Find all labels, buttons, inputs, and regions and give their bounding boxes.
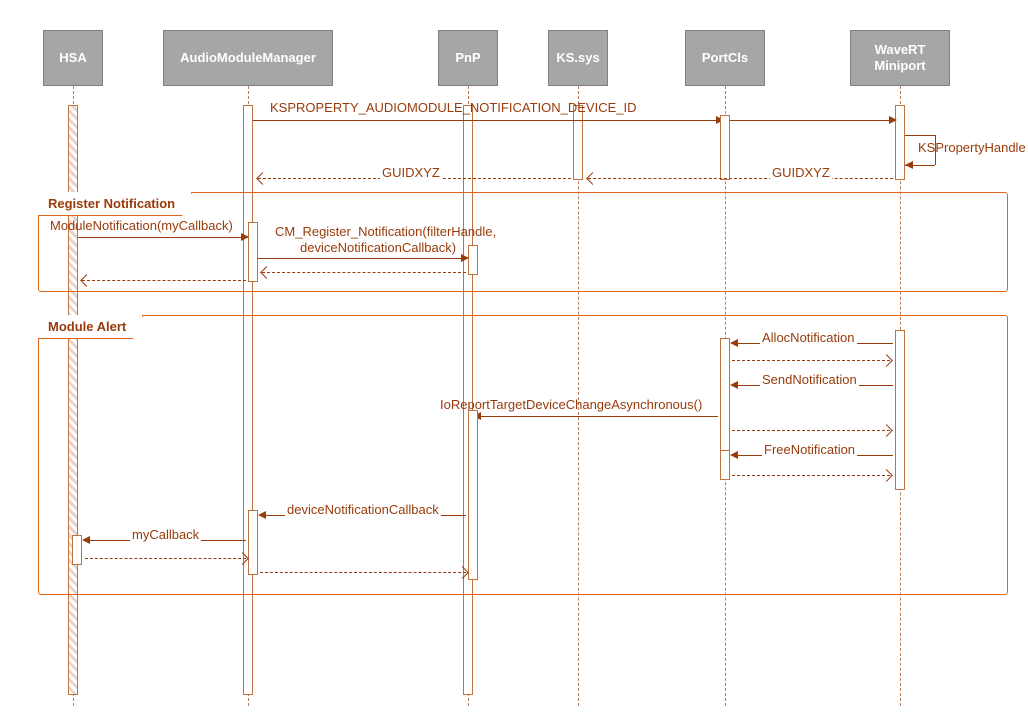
message-label: myCallback — [130, 527, 201, 542]
message-label: GUIDXYZ — [770, 165, 832, 180]
activation-bar — [720, 115, 730, 180]
arrow-left-icon — [730, 339, 738, 347]
actor-portcls: PortCls — [685, 30, 765, 86]
return-line — [82, 280, 246, 281]
activation-bar — [573, 105, 583, 180]
activation-bar — [895, 330, 905, 490]
return-line — [85, 558, 246, 559]
arrow-right-icon — [461, 254, 469, 262]
return-line — [732, 360, 890, 361]
message-label: ModuleNotification(myCallback) — [50, 218, 233, 233]
actor-hsa: HSA — [43, 30, 103, 86]
message-line — [905, 135, 935, 136]
return-line — [732, 430, 890, 431]
message-line — [78, 237, 246, 238]
arrow-right-icon — [889, 116, 897, 124]
arrow-left-icon — [258, 511, 266, 519]
actor-wavert: WaveRT Miniport — [850, 30, 950, 86]
activation-bar — [720, 338, 730, 468]
fragment-label: Module Alert — [38, 315, 143, 339]
message-label: GUIDXYZ — [380, 165, 442, 180]
message-line — [253, 120, 720, 121]
message-line — [258, 258, 466, 259]
arrow-left-icon — [82, 536, 90, 544]
actor-kssys: KS.sys — [548, 30, 608, 86]
activation-bar — [468, 245, 478, 275]
fragment-label: Register Notification — [38, 192, 192, 216]
message-line — [730, 120, 893, 121]
return-line — [260, 572, 466, 573]
message-label: FreeNotification — [762, 442, 857, 457]
activation-bar — [248, 222, 258, 282]
arrow-left-icon — [730, 451, 738, 459]
activation-bar — [248, 510, 258, 575]
fragment-register: Register Notification — [38, 192, 1008, 292]
return-line — [732, 475, 890, 476]
message-label: KSPropertyHandle — [918, 140, 1026, 155]
message-line — [478, 416, 718, 417]
message-label: SendNotification — [760, 372, 859, 387]
arrow-left-icon — [905, 161, 913, 169]
arrow-left-open-icon — [256, 172, 269, 185]
message-label: KSPROPERTY_AUDIOMODULE_NOTIFICATION_DEVI… — [270, 100, 636, 115]
activation-bar — [720, 450, 730, 480]
activation-bar — [72, 535, 82, 565]
arrow-left-icon — [730, 381, 738, 389]
arrow-left-open-icon — [586, 172, 599, 185]
message-label: deviceNotificationCallback) — [300, 240, 456, 255]
arrow-right-icon — [241, 233, 249, 241]
message-label: AllocNotification — [760, 330, 857, 345]
return-line — [262, 272, 466, 273]
message-label: IoReportTargetDeviceChangeAsynchronous() — [440, 397, 702, 412]
actor-audiomodulemanager: AudioModuleManager — [163, 30, 333, 86]
message-label: CM_Register_Notification(filterHandle, — [275, 224, 496, 239]
actor-pnp: PnP — [438, 30, 498, 86]
return-line — [588, 178, 893, 179]
activation-bar — [468, 410, 478, 580]
message-label: deviceNotificationCallback — [285, 502, 441, 517]
